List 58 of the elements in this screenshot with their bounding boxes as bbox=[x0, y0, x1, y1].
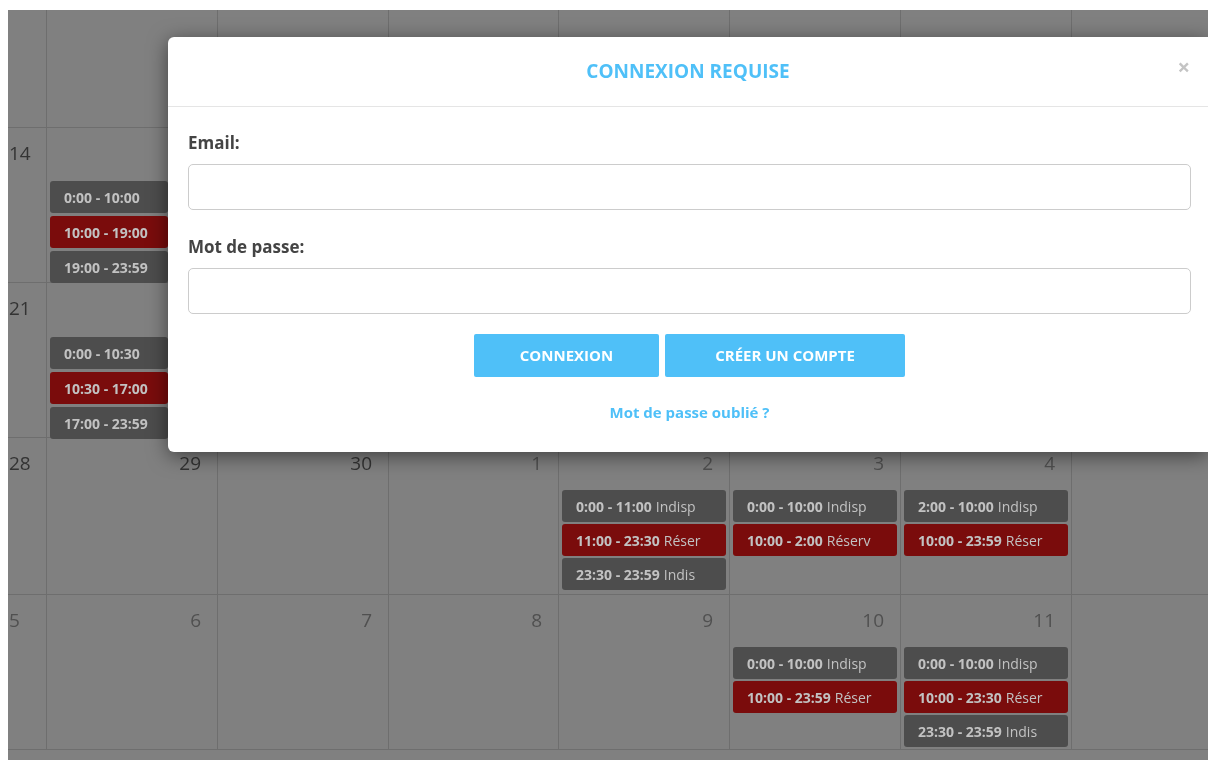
event-label: Réserv bbox=[826, 529, 871, 551]
event-label: Indisp bbox=[826, 495, 867, 517]
event-time: 11:00 - 23:30 bbox=[576, 529, 660, 551]
event-time: 10:00 - 2:00 bbox=[747, 529, 823, 551]
event-time: 0:00 - 11:00 bbox=[576, 495, 652, 517]
calendar-event[interactable]: 10:00 - 19:00 bbox=[50, 216, 168, 248]
event-time: 23:30 - 23:59 bbox=[576, 563, 660, 585]
event-label: Réser bbox=[1005, 686, 1043, 708]
calendar-event[interactable]: 0:00 - 10:00 Indisp bbox=[733, 490, 897, 522]
calendar-event[interactable]: 10:30 - 17:00 bbox=[50, 372, 168, 404]
password-field[interactable] bbox=[188, 268, 1191, 314]
day-number: 29 bbox=[179, 449, 202, 475]
calendar-event[interactable]: 23:30 - 23:59 Indis bbox=[904, 715, 1068, 747]
event-label: Indis bbox=[1005, 720, 1038, 742]
event-time: 0:00 - 10:00 bbox=[747, 495, 823, 517]
dialog-title: CONNEXION REQUISE bbox=[586, 57, 790, 86]
event-time: 10:00 - 19:00 bbox=[64, 221, 148, 243]
event-label: Indisp bbox=[997, 495, 1038, 517]
event-label: Indisp bbox=[997, 652, 1038, 674]
calendar-event[interactable]: 2:00 - 10:00 Indisp bbox=[904, 490, 1068, 522]
field-label: Email: bbox=[188, 132, 241, 154]
field-label: Mot de passe: bbox=[188, 236, 306, 258]
event-label: Indisp bbox=[655, 495, 696, 517]
event-time: 10:00 - 23:30 bbox=[918, 686, 1002, 708]
calendar-event[interactable]: 11:00 - 23:30 Réser bbox=[562, 524, 726, 556]
calendar-event[interactable]: 19:00 - 23:59 bbox=[50, 251, 168, 283]
calendar-event[interactable]: 10:00 - 23:59 Réser bbox=[904, 524, 1068, 556]
day-number: 21 bbox=[8, 294, 31, 320]
event-time: 19:00 - 23:59 bbox=[64, 256, 148, 278]
calendar-event[interactable]: 0:00 - 10:30 bbox=[50, 337, 168, 369]
event-label: Réser bbox=[663, 529, 701, 551]
calendar-event[interactable]: 10:00 - 23:30 Réser bbox=[904, 681, 1068, 713]
event-time: 0:00 - 10:00 bbox=[747, 652, 823, 674]
event-time: 17:00 - 23:59 bbox=[64, 412, 148, 434]
day-number: 28 bbox=[8, 449, 31, 475]
event-label: Réser bbox=[834, 686, 872, 708]
calendar-event[interactable]: 23:30 - 23:59 Indis bbox=[562, 558, 726, 590]
event-time: 0:00 - 10:00 bbox=[64, 186, 140, 208]
calendar-event[interactable]: 10:00 - 2:00 Réserv bbox=[733, 524, 897, 556]
event-label: Réser bbox=[1005, 529, 1043, 551]
calendar-event[interactable]: 0:00 - 10:00 Indisp bbox=[904, 647, 1068, 679]
day-number: 30 bbox=[350, 449, 373, 475]
event-time: 0:00 - 10:00 bbox=[918, 652, 994, 674]
event-time: 23:30 - 23:59 bbox=[918, 720, 1002, 742]
event-time: 10:00 - 23:59 bbox=[918, 529, 1002, 551]
email-field[interactable] bbox=[188, 164, 1191, 210]
calendar-event[interactable]: 0:00 - 10:00 bbox=[50, 181, 168, 213]
calendar-event[interactable]: 0:00 - 11:00 Indisp bbox=[562, 490, 726, 522]
event-time: 0:00 - 10:30 bbox=[64, 342, 140, 364]
event-time: 10:00 - 23:59 bbox=[747, 686, 831, 708]
event-time: 2:00 - 10:00 bbox=[918, 495, 994, 517]
event-label: Indisp bbox=[826, 652, 867, 674]
calendar-event[interactable]: 17:00 - 23:59 bbox=[50, 407, 168, 439]
calendar-event[interactable]: 0:00 - 10:00 Indisp bbox=[733, 647, 897, 679]
day-number: 14 bbox=[8, 139, 31, 165]
calendar-event[interactable]: 10:00 - 23:59 Réser bbox=[733, 681, 897, 713]
event-label: Indis bbox=[663, 563, 696, 585]
event-time: 10:30 - 17:00 bbox=[64, 377, 148, 399]
